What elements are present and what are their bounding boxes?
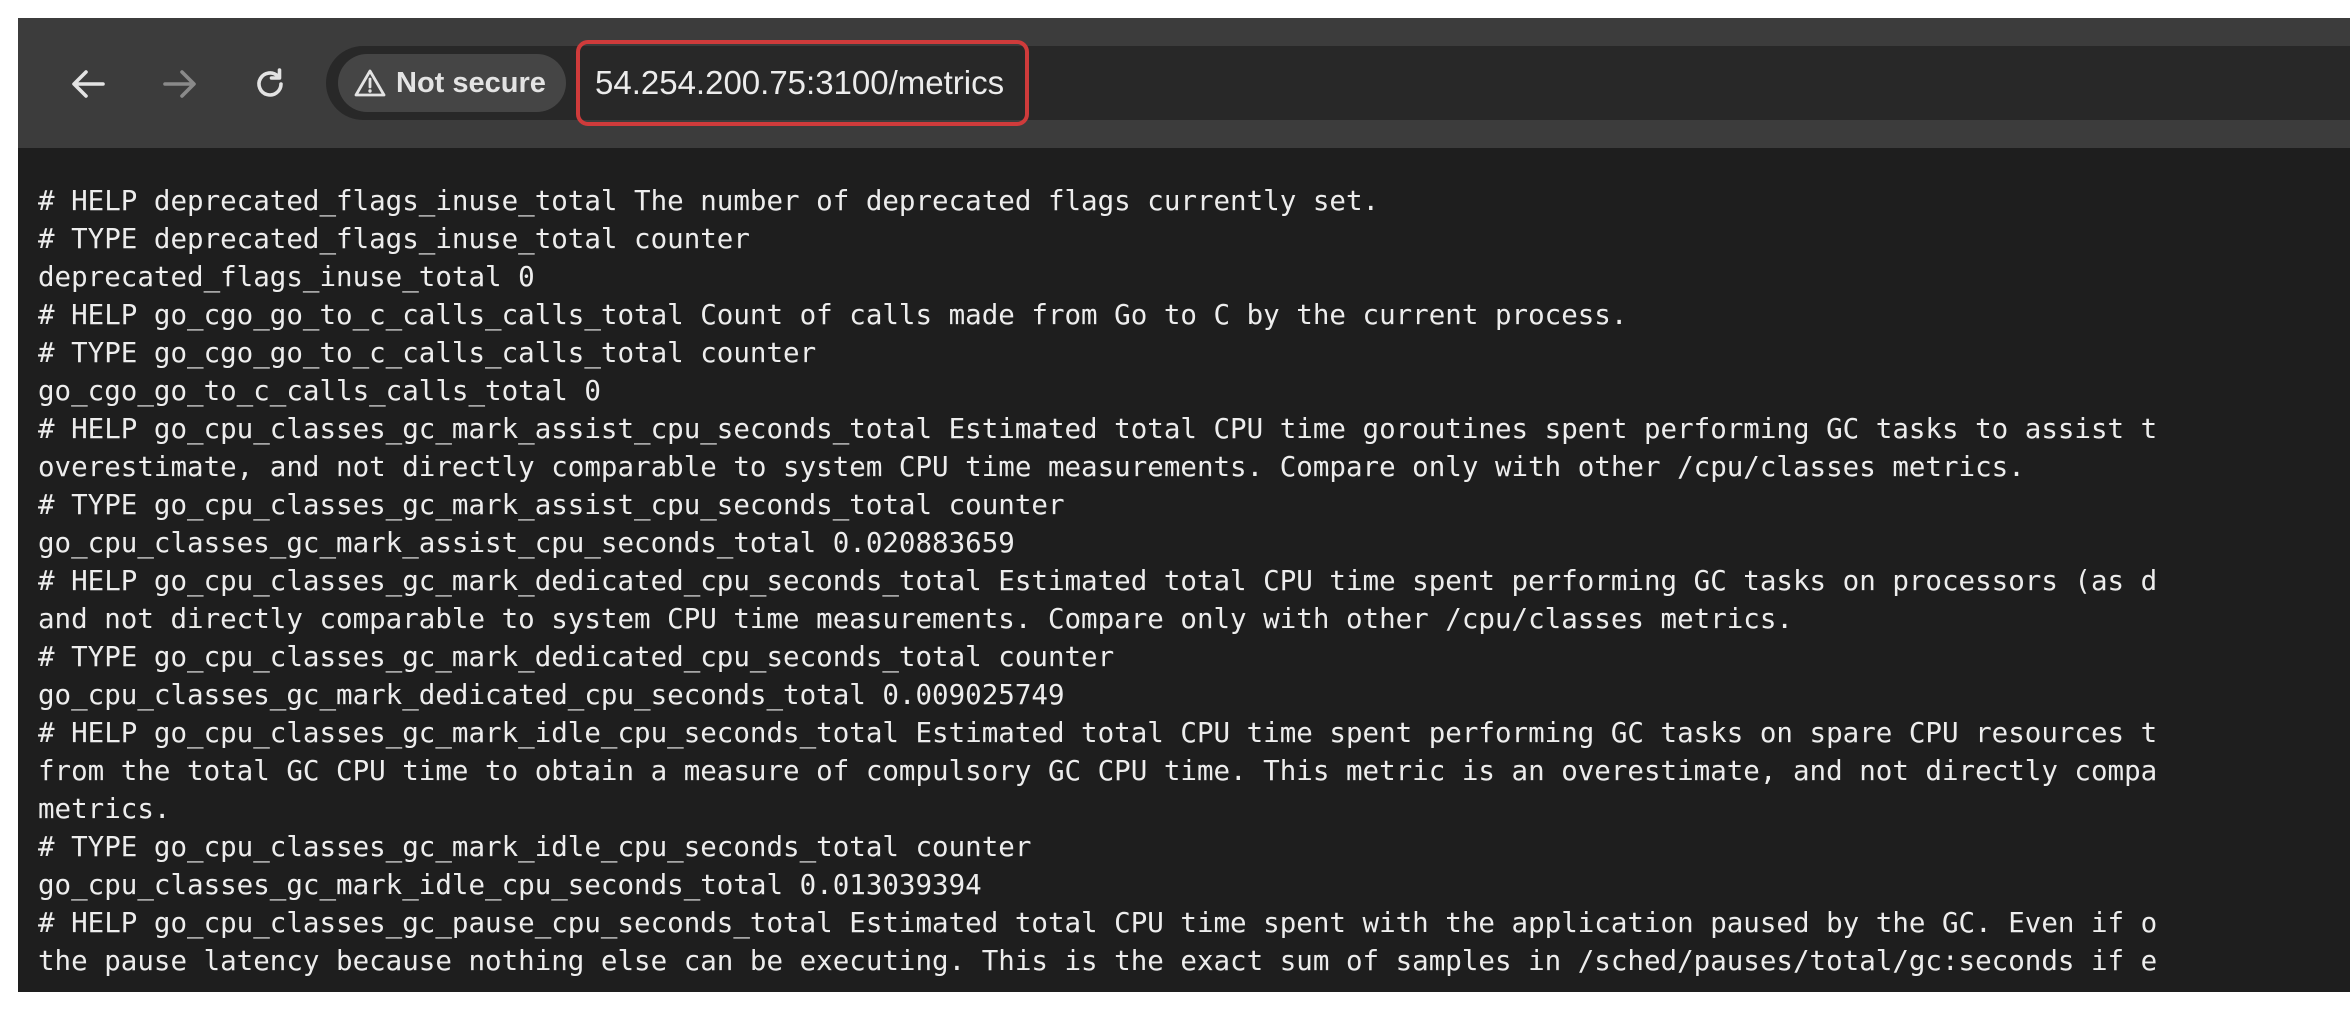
metrics-line: from the total GC CPU time to obtain a m… [38, 755, 2158, 787]
metrics-line: # TYPE go_cgo_go_to_c_calls_calls_total … [38, 337, 817, 369]
metrics-line: go_cpu_classes_gc_mark_idle_cpu_seconds_… [38, 869, 982, 901]
metrics-line: go_cgo_go_to_c_calls_calls_total 0 [38, 375, 601, 407]
metrics-line: # TYPE go_cpu_classes_gc_mark_idle_cpu_s… [38, 831, 1032, 863]
metrics-line: # HELP go_cgo_go_to_c_calls_calls_total … [38, 299, 1628, 331]
metrics-line: # TYPE deprecated_flags_inuse_total coun… [38, 223, 750, 255]
metrics-line: the pause latency because nothing else c… [38, 945, 2158, 977]
back-button[interactable] [60, 56, 116, 112]
warning-triangle-icon [354, 68, 386, 98]
metrics-line: overestimate, and not directly comparabl… [38, 451, 2025, 483]
metrics-line: deprecated_flags_inuse_total 0 [38, 261, 535, 293]
metrics-line: metrics. [38, 793, 171, 825]
browser-window: Not secure 54.254.200.75:3100/metrics # … [18, 18, 2350, 992]
metrics-line: go_cpu_classes_gc_mark_dedicated_cpu_sec… [38, 679, 1065, 711]
arrow-right-icon [163, 69, 197, 99]
metrics-line: # HELP go_cpu_classes_gc_pause_cpu_secon… [38, 907, 2158, 939]
arrow-left-icon [71, 69, 105, 99]
forward-button[interactable] [152, 56, 208, 112]
metrics-text-content: # HELP deprecated_flags_inuse_total The … [38, 182, 2350, 992]
metrics-line: and not directly comparable to system CP… [38, 603, 1793, 635]
metrics-line: # HELP go_cpu_classes_gc_mark_dedicated_… [38, 565, 2158, 597]
reload-icon [253, 67, 287, 101]
metrics-line: # HELP deprecated_flags_inuse_total The … [38, 185, 1380, 217]
metrics-line: # TYPE go_cpu_classes_gc_mark_assist_cpu… [38, 489, 1065, 521]
url-highlight-box: 54.254.200.75:3100/metrics [576, 40, 1029, 126]
metrics-line: go_cpu_classes_gc_mark_assist_cpu_second… [38, 527, 1015, 559]
address-bar[interactable]: Not secure 54.254.200.75:3100/metrics [326, 40, 2350, 126]
browser-toolbar: Not secure 54.254.200.75:3100/metrics [18, 18, 2350, 148]
url-text[interactable]: 54.254.200.75:3100/metrics [595, 64, 1004, 102]
security-label: Not secure [396, 66, 546, 99]
metrics-line: # TYPE go_cpu_classes_gc_mark_dedicated_… [38, 641, 1115, 673]
metrics-line: # HELP go_cpu_classes_gc_mark_idle_cpu_s… [38, 717, 2158, 749]
security-indicator[interactable]: Not secure [338, 54, 566, 112]
reload-button[interactable] [242, 56, 298, 112]
metrics-line: # HELP go_cpu_classes_gc_mark_assist_cpu… [38, 413, 2158, 445]
